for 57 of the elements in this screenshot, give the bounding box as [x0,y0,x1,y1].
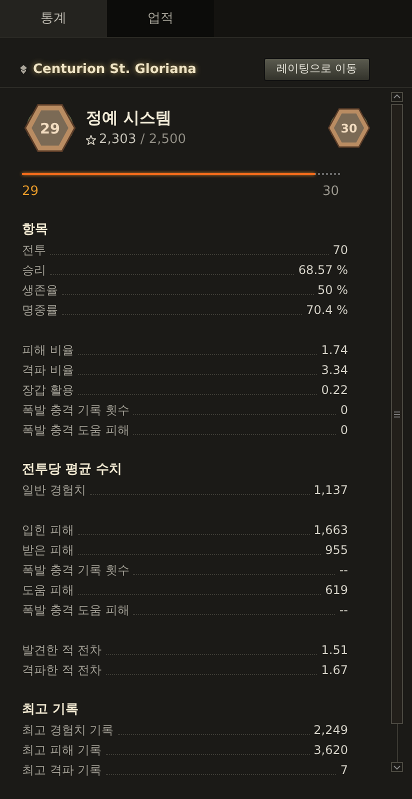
stat-label: 일반 경험치 [22,482,86,498]
stat-value: 70 [332,242,348,258]
section-title: 최고 기록 [22,700,80,718]
tab[interactable]: 업적 [107,0,214,37]
stat-value: 1.51 [321,642,348,658]
vehicle-name: Centurion St. Gloriana [33,60,196,79]
stat-value: 2,249 [314,722,348,738]
stat-label: 최고 피해 기록 [22,742,102,758]
elite-points: 2,303 / 2,500 [99,131,186,150]
stat-label: 전투 [22,242,46,258]
stat-label: 생존율 [22,282,58,298]
stat-value: 3,620 [314,742,348,758]
section-title: 항목 [22,220,49,238]
stat-value: -- [339,562,348,578]
stat-label: 명중률 [22,302,58,318]
stat-value: 0 [340,402,348,418]
stat-value: 3.34 [321,362,348,378]
scroll-down-icon[interactable] [391,762,403,772]
stat-label: 격파한 적 전차 [22,662,102,678]
stat-label: 발견한 적 전차 [22,642,102,658]
stat-label: 폭발 충격 기록 횟수 [22,402,130,418]
elite-title: 정예 시스템 [86,107,173,130]
stat-label: 최고 경험치 기록 [22,722,114,738]
tab[interactable]: 통계 [0,0,107,37]
stat-label: 폭발 충격 도움 피해 [22,422,130,438]
stat-label: 폭발 충격 기록 횟수 [22,562,130,578]
stat-value: 619 [325,582,348,598]
star-icon [86,135,96,145]
tier-icon [20,65,27,74]
section-title: 전투당 평균 수치 [22,460,124,478]
stat-value: 70.4 % [306,302,348,318]
stat-value: 1,137 [314,482,348,498]
stat-value: 0.22 [321,382,348,398]
stat-value: 68.57 % [298,262,348,278]
stat-value: 1.67 [321,662,348,678]
rating-button[interactable]: 레이팅으로 이동 [264,58,370,81]
scroll-up-icon[interactable] [391,92,403,102]
current-level: 29 [22,183,39,201]
stat-value: 7 [340,762,348,778]
grip-icon [394,410,400,418]
stat-value: 0 [340,422,348,438]
scroll-thumb[interactable] [391,104,403,724]
stat-label: 최고 격파 기록 [22,762,102,778]
stat-label: 격파 비율 [22,362,74,378]
stat-label: 도움 피해 [22,582,74,598]
stat-value: 1,663 [314,522,348,538]
stat-label: 장갑 활용 [22,382,74,398]
stat-label: 폭발 충격 도움 피해 [22,602,130,618]
stat-label: 피해 비율 [22,342,74,358]
stat-value: 955 [325,542,348,558]
stat-label: 입힌 피해 [22,522,74,538]
stat-value: 50 % [318,282,348,298]
next-level: 30 [322,183,339,201]
stat-label: 승리 [22,262,46,278]
stat-label: 받은 피해 [22,542,74,558]
stat-value: 1.74 [321,342,348,358]
stat-value: -- [339,602,348,618]
